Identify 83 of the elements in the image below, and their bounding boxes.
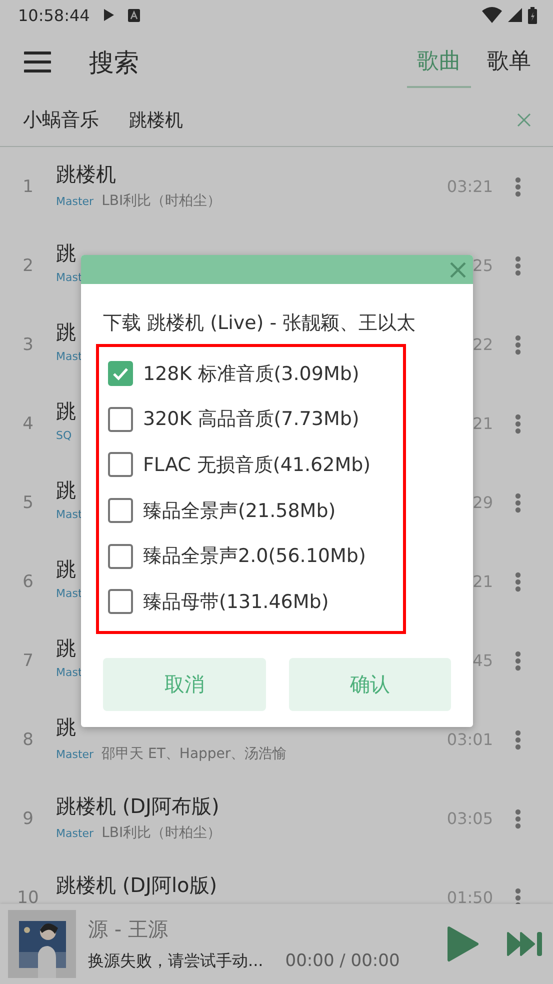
artist-name: LBI利比（时柏尘） [102,824,222,842]
signal-icon [508,8,522,22]
song-title[interactable]: 跳楼机 (DJ阿lo版) [56,872,218,899]
duration: 03:05 [446,809,493,828]
option-label: 臻品全景声(21.58Mb) [143,498,336,524]
wifi-icon [482,7,502,23]
song-title[interactable]: 跳 [56,319,76,346]
more-icon[interactable] [515,176,521,196]
artist-name: 邵甲天 ET、Happer、汤浩愉 [102,745,287,763]
duration: 03:01 [446,730,493,749]
song-title[interactable]: 跳 [56,240,76,267]
quality-tag: Master [56,194,94,208]
more-icon[interactable] [515,650,521,670]
more-icon[interactable] [515,492,521,512]
more-icon[interactable] [515,808,521,828]
track-number: 4 [22,414,34,434]
track-number: 1 [22,176,34,196]
play-icon[interactable] [447,926,479,962]
checkmark-icon [112,366,129,381]
playback-time: 00:00 / 00:00 [285,951,400,972]
checkbox[interactable] [108,498,133,524]
quality-tag: Mast [56,271,82,284]
battery-icon [528,6,537,24]
checkbox[interactable] [108,589,133,614]
song-title[interactable]: 跳 [56,556,76,583]
song-title[interactable]: 跳 [56,714,76,741]
more-icon[interactable] [515,414,521,434]
more-icon[interactable] [515,334,521,354]
song-title[interactable]: 跳楼机 [56,161,116,188]
quality-tag: Mast [56,666,82,679]
close-icon[interactable] [517,113,531,127]
keyboard-icon [128,8,140,22]
checkbox[interactable] [108,452,133,478]
clock: 10:58:44 [18,6,90,24]
checkbox[interactable] [108,361,133,386]
duration: 21 [472,572,493,591]
track-number: 5 [22,492,34,512]
song-title[interactable]: 跳 [56,477,76,504]
track-number: 3 [22,334,34,354]
song-title[interactable]: 跳 [56,398,76,425]
skip-next-icon[interactable] [507,931,543,957]
song-title[interactable]: 跳 [56,635,76,662]
duration: 01:50 [446,888,493,907]
menu-icon[interactable] [24,51,51,73]
option-label: 128K 标准音质(3.09Mb) [143,362,360,387]
option-label: FLAC 无损音质(41.62Mb) [143,452,371,478]
track-number: 6 [22,572,34,592]
option-label: 320K 高品音质(7.73Mb) [143,407,360,432]
search-field[interactable]: 跳楼机 [129,108,517,132]
quality-tag: Master [56,748,94,760]
dialog-title: 下载 跳楼机 (Live) - 张靓颖、王以太 [103,311,417,336]
more-icon[interactable] [515,572,521,592]
option-label: 臻品母带(131.46Mb) [143,590,329,615]
duration: 29 [472,493,493,512]
duration: 21 [472,414,493,433]
quality-tag: Mast [56,508,82,521]
checkbox[interactable] [108,544,133,569]
track-number: 7 [22,650,34,670]
duration: 22 [472,335,493,354]
close-icon[interactable] [449,260,467,278]
song-title[interactable]: 跳楼机 (DJ阿布版) [56,793,220,820]
quality-tag: Master [56,826,94,840]
option-label: 臻品全景声2.0(56.10Mb) [143,544,366,570]
play-icon [104,9,114,21]
song-title: 源 - 王源 [88,916,169,943]
more-icon[interactable] [515,256,521,276]
checkbox[interactable] [108,406,133,432]
source-selector[interactable]: 小蜗音乐 [23,107,99,133]
quality-tag: SQ [56,429,72,442]
duration: 45 [472,651,493,670]
track-number: 8 [22,730,34,750]
artist-name: LBI利比（时柏尘） [102,192,222,210]
duration: 03:21 [446,177,493,196]
track-number: 2 [22,256,34,276]
track-number: 9 [22,808,34,828]
tab[interactable]: 歌单 [477,36,541,88]
more-icon[interactable] [515,730,521,750]
track-number: 10 [16,888,40,908]
duration: 25 [472,256,493,275]
page-title: 搜索 [89,46,140,78]
quality-tag: Mast [56,587,82,600]
status-message: 换源失败，请尝试手动... [88,951,264,972]
quality-tag: Mast [56,350,82,363]
